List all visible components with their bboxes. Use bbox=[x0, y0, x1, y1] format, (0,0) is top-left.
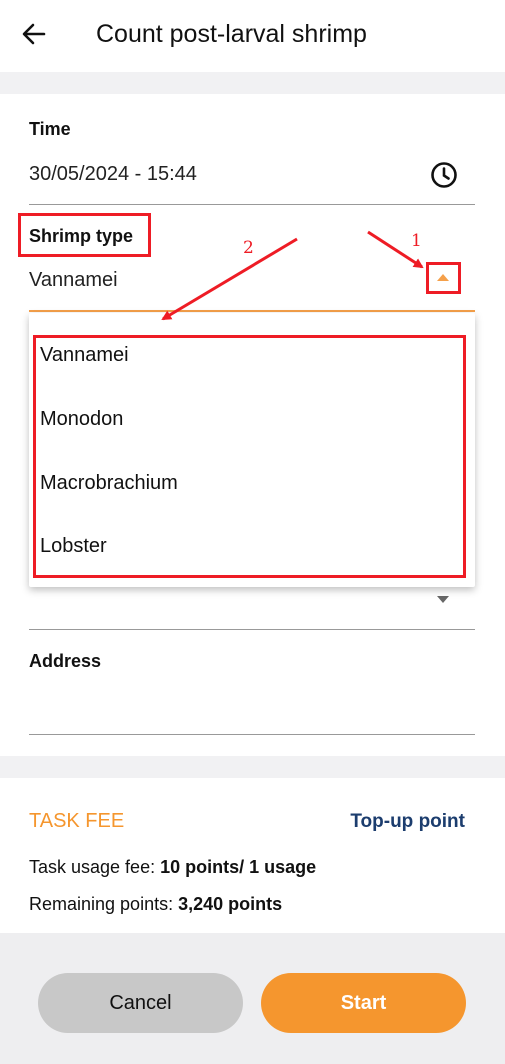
annotation-label-2: 2 bbox=[243, 238, 254, 258]
section-divider bbox=[0, 72, 505, 94]
arrow-left-icon bbox=[22, 23, 46, 45]
task-fee-title: TASK FEE bbox=[29, 810, 125, 832]
app-header: Count post-larval shrimp bbox=[0, 0, 505, 72]
cancel-button[interactable]: Cancel bbox=[38, 973, 243, 1033]
caret-down-icon[interactable] bbox=[437, 596, 449, 603]
remaining-points-value: 3,240 points bbox=[178, 894, 283, 914]
hidden-field-underline bbox=[29, 629, 475, 630]
usage-fee-line: Task usage fee: 10 points/ 1 usage bbox=[29, 857, 316, 878]
highlight-box-label bbox=[18, 213, 151, 257]
annotation-label-1: 1 bbox=[411, 231, 422, 251]
address-label: Address bbox=[29, 651, 102, 671]
start-button[interactable]: Start bbox=[261, 973, 466, 1033]
highlight-box-toggle bbox=[426, 262, 461, 294]
top-up-link[interactable]: Top-up point bbox=[350, 811, 465, 833]
back-button[interactable] bbox=[18, 18, 50, 50]
section-divider-2 bbox=[0, 756, 505, 778]
time-underline bbox=[29, 204, 475, 205]
shrimp-type-underline bbox=[29, 310, 475, 312]
highlight-box-options bbox=[33, 335, 466, 578]
shrimp-type-select[interactable]: Vannamei bbox=[29, 269, 118, 292]
address-underline bbox=[29, 734, 475, 735]
remaining-points-line: Remaining points: 3,240 points bbox=[29, 894, 282, 915]
page-title: Count post-larval shrimp bbox=[96, 20, 367, 48]
usage-fee-value: 10 points/ 1 usage bbox=[160, 857, 317, 877]
time-label: Time bbox=[29, 119, 71, 139]
time-field[interactable]: 30/05/2024 - 15:44 bbox=[29, 163, 197, 186]
usage-fee-label: Task usage fee: bbox=[29, 857, 161, 877]
remaining-points-label: Remaining points: bbox=[29, 894, 179, 914]
clock-icon[interactable] bbox=[429, 160, 459, 190]
